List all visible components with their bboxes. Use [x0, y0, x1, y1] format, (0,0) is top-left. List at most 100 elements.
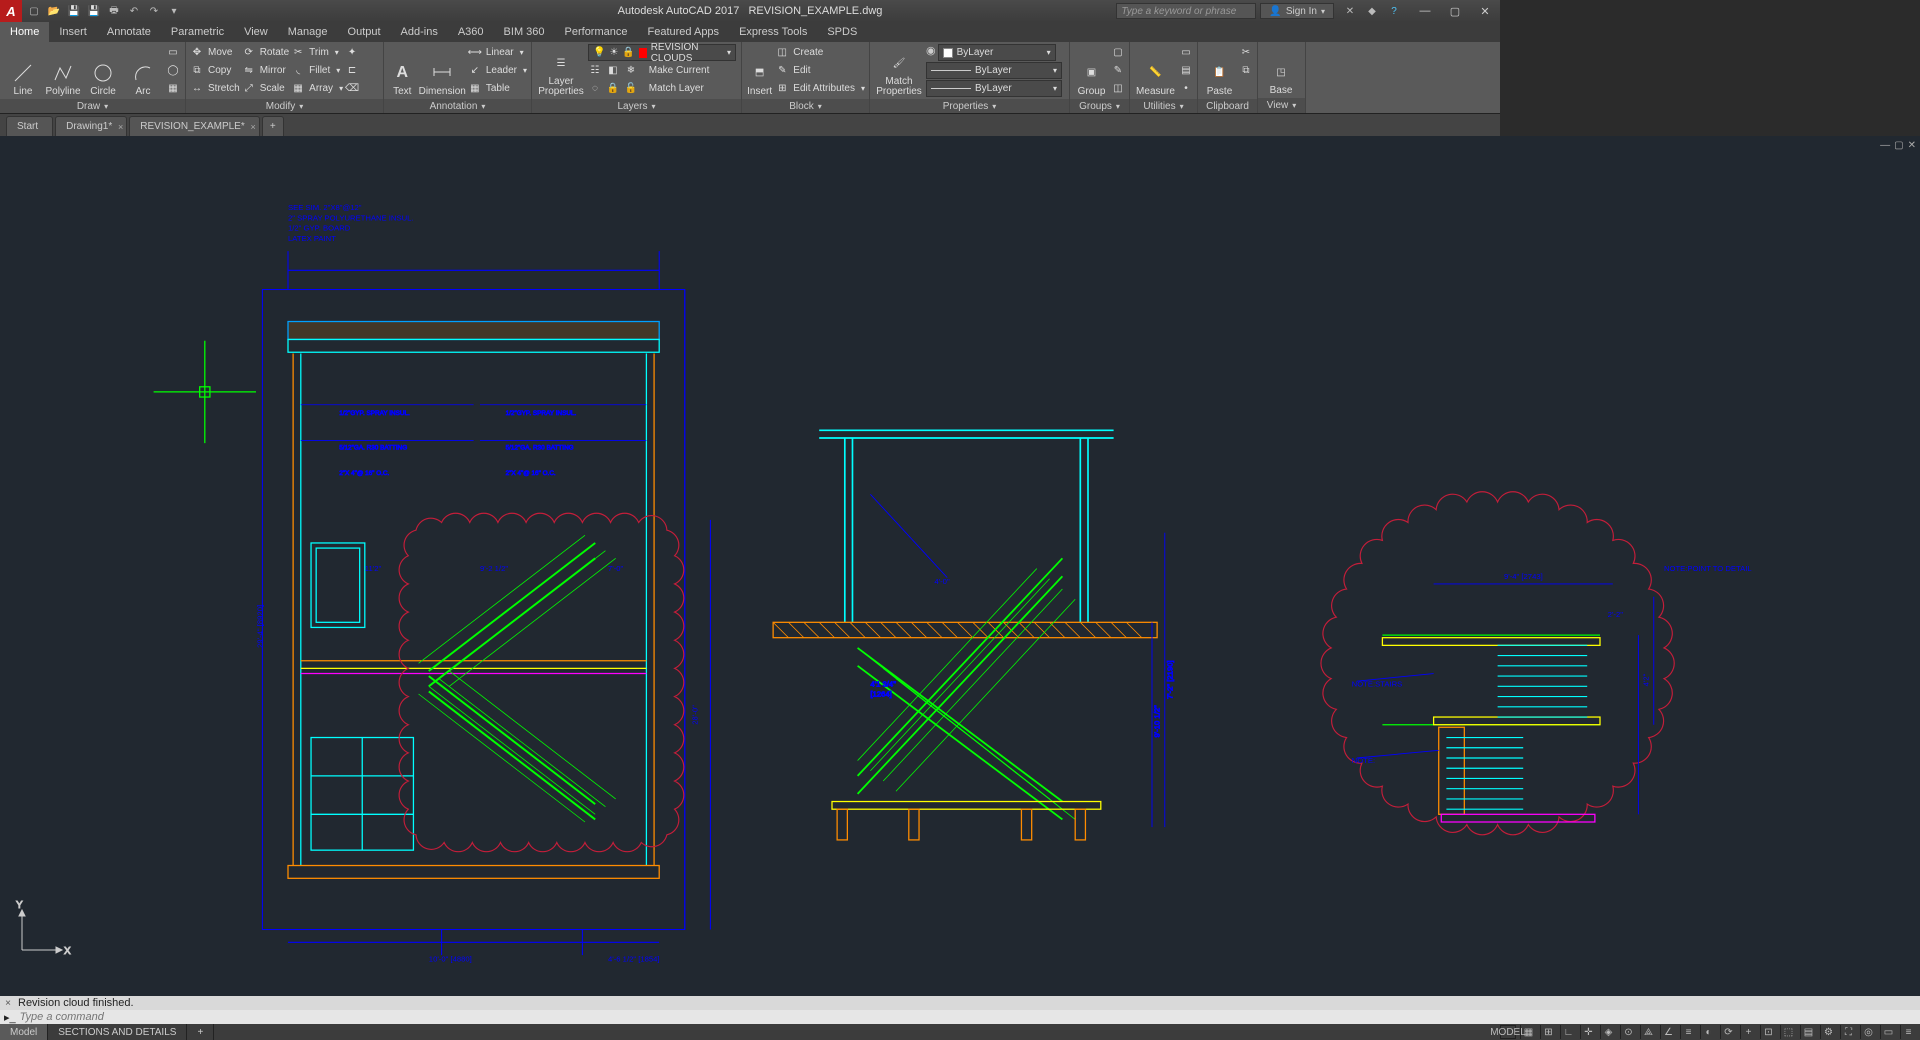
group-button[interactable]: ▣ Group: [1074, 45, 1109, 97]
tab-a360[interactable]: A360: [448, 22, 494, 42]
layer-combo[interactable]: 💡 ☀ 🔒 REVISION CLOUDS ▾: [588, 44, 736, 61]
tab-add-ins[interactable]: Add-ins: [391, 22, 448, 42]
osnap-icon[interactable]: ⊙: [1620, 1025, 1636, 1039]
stretch-button[interactable]: ↔Stretch: [190, 80, 240, 97]
plot-icon[interactable]: 🖶: [106, 3, 122, 19]
match-layer-button[interactable]: Match Layer: [649, 83, 704, 94]
trim-button[interactable]: ✂Trim▾: [291, 44, 343, 61]
qp-icon[interactable]: ⊡: [1760, 1025, 1776, 1039]
leader-button[interactable]: ↙Leader▾: [468, 62, 527, 79]
cycling-icon[interactable]: ⟳: [1720, 1025, 1736, 1039]
offset-button[interactable]: ⊏: [345, 62, 359, 79]
tab-manage[interactable]: Manage: [278, 22, 338, 42]
transparency-icon[interactable]: ◐: [1700, 1025, 1716, 1039]
file-tab[interactable]: REVISION_EXAMPLE*×: [129, 116, 259, 136]
linear-button[interactable]: ⟷Linear▾: [468, 44, 527, 61]
tab-performance[interactable]: Performance: [555, 22, 638, 42]
tab-home[interactable]: Home: [0, 22, 49, 42]
hatch-button[interactable]: ▦: [166, 80, 180, 97]
layer-properties-button[interactable]: ☰ Layer Properties: [536, 45, 586, 97]
tab-featured-apps[interactable]: Featured Apps: [638, 22, 730, 42]
save-icon[interactable]: 💾: [66, 3, 82, 19]
signin-button[interactable]: 👤 Sign In ▾: [1260, 3, 1334, 19]
lweight-icon[interactable]: ≡: [1680, 1025, 1696, 1039]
search-box[interactable]: Type a keyword or phrase: [1116, 3, 1256, 19]
tab-output[interactable]: Output: [338, 22, 391, 42]
quickprops-icon[interactable]: ▤: [1800, 1025, 1816, 1039]
saveas-icon[interactable]: 💾: [86, 3, 102, 19]
3dosnap-icon[interactable]: ⟁: [1640, 1025, 1656, 1039]
viewport-maximize-icon[interactable]: ▢: [1894, 140, 1903, 151]
move-button[interactable]: ✥Move: [190, 44, 240, 61]
ungroup-button[interactable]: ▢: [1111, 44, 1125, 61]
hardware-icon[interactable]: ⛶: [1840, 1025, 1856, 1039]
a360-icon[interactable]: ◆: [1364, 3, 1380, 19]
arc-button[interactable]: Arc: [124, 45, 162, 97]
maximize-button[interactable]: ▢: [1440, 0, 1470, 22]
close-tab-icon[interactable]: ×: [250, 122, 255, 132]
file-tab[interactable]: Start: [6, 116, 53, 136]
new-tab-button[interactable]: +: [262, 116, 284, 136]
redo-icon[interactable]: ↷: [146, 3, 162, 19]
layer-iso-icon[interactable]: ◧: [606, 64, 620, 78]
grid-icon[interactable]: ▦: [1520, 1025, 1536, 1039]
point-button[interactable]: •: [1179, 80, 1193, 97]
rotate-button[interactable]: ⟳Rotate: [242, 44, 289, 61]
polar-icon[interactable]: ✛: [1580, 1025, 1596, 1039]
lineweight-combo[interactable]: ByLayer▾: [926, 62, 1062, 79]
text-button[interactable]: A Text: [388, 45, 417, 97]
circle-button[interactable]: Circle: [84, 45, 122, 97]
color-combo[interactable]: ByLayer▾: [938, 44, 1056, 61]
copy-clip-button[interactable]: ⧉: [1239, 62, 1253, 79]
help-icon[interactable]: ?: [1386, 3, 1402, 19]
viewport-close-icon[interactable]: ✕: [1908, 140, 1916, 151]
isolate-icon[interactable]: ◎: [1860, 1025, 1876, 1039]
close-button[interactable]: ✕: [1470, 0, 1500, 22]
command-close-icon[interactable]: ×: [2, 997, 14, 1009]
match-properties-button[interactable]: 🖌 Match Properties: [874, 45, 924, 97]
app-icon[interactable]: A: [0, 0, 22, 22]
command-input-row[interactable]: ▸_: [0, 1010, 1920, 1024]
annomonitor-icon[interactable]: +: [1740, 1025, 1756, 1039]
rectangle-button[interactable]: ▭: [166, 44, 180, 61]
viewport-minimize-icon[interactable]: —: [1880, 140, 1890, 151]
line-button[interactable]: Line: [4, 45, 42, 97]
command-input[interactable]: [20, 1011, 320, 1023]
erase-button[interactable]: ⌫: [345, 80, 359, 97]
group-edit-button[interactable]: ✎: [1111, 62, 1125, 79]
quick-calc-button[interactable]: ▤: [1179, 62, 1193, 79]
qat-more-icon[interactable]: ▾: [166, 3, 182, 19]
make-current-button[interactable]: Make Current: [649, 65, 710, 76]
tab-bim-360[interactable]: BIM 360: [494, 22, 555, 42]
tab-view[interactable]: View: [234, 22, 278, 42]
explode-button[interactable]: ✦: [345, 44, 359, 61]
create-block-button[interactable]: ◫Create: [775, 44, 865, 61]
drawing-area[interactable]: — ▢ ✕ SEE SIM. 2"X8"@12" 2" SPRAY POLYUR…: [0, 136, 1920, 996]
model-tab[interactable]: Model: [0, 1024, 48, 1040]
layout-tab[interactable]: SECTIONS AND DETAILS: [48, 1024, 187, 1040]
array-button[interactable]: ▦Array▾: [291, 80, 343, 97]
customize-icon[interactable]: ≡: [1900, 1025, 1916, 1039]
file-tab[interactable]: Drawing1*×: [55, 116, 127, 136]
paste-button[interactable]: 📋 Paste: [1202, 45, 1237, 97]
insert-button[interactable]: ⬒ Insert: [746, 45, 773, 97]
units-icon[interactable]: ⬚: [1780, 1025, 1796, 1039]
fillet-button[interactable]: ◟Fillet▾: [291, 62, 343, 79]
ellipse-button[interactable]: ◯: [166, 62, 180, 79]
base-button[interactable]: ◳ Base: [1262, 44, 1300, 96]
table-button[interactable]: ▦Table: [468, 80, 527, 97]
isoplane-icon[interactable]: ◈: [1600, 1025, 1616, 1039]
tab-annotate[interactable]: Annotate: [97, 22, 161, 42]
polyline-button[interactable]: Polyline: [44, 45, 82, 97]
undo-icon[interactable]: ↶: [126, 3, 142, 19]
copy-button[interactable]: ⧉Copy: [190, 62, 240, 79]
new-icon[interactable]: ▢: [26, 3, 42, 19]
close-tab-icon[interactable]: ×: [118, 122, 123, 132]
cleanscreen-icon[interactable]: ▭: [1880, 1025, 1896, 1039]
group-bbox-button[interactable]: ◫: [1111, 80, 1125, 97]
cut-button[interactable]: ✂: [1239, 44, 1253, 61]
add-layout-tab[interactable]: +: [187, 1024, 214, 1040]
otrack-icon[interactable]: ∠: [1660, 1025, 1676, 1039]
mirror-button[interactable]: ⇋Mirror: [242, 62, 289, 79]
layer-freeze-icon[interactable]: ❄: [624, 64, 638, 78]
